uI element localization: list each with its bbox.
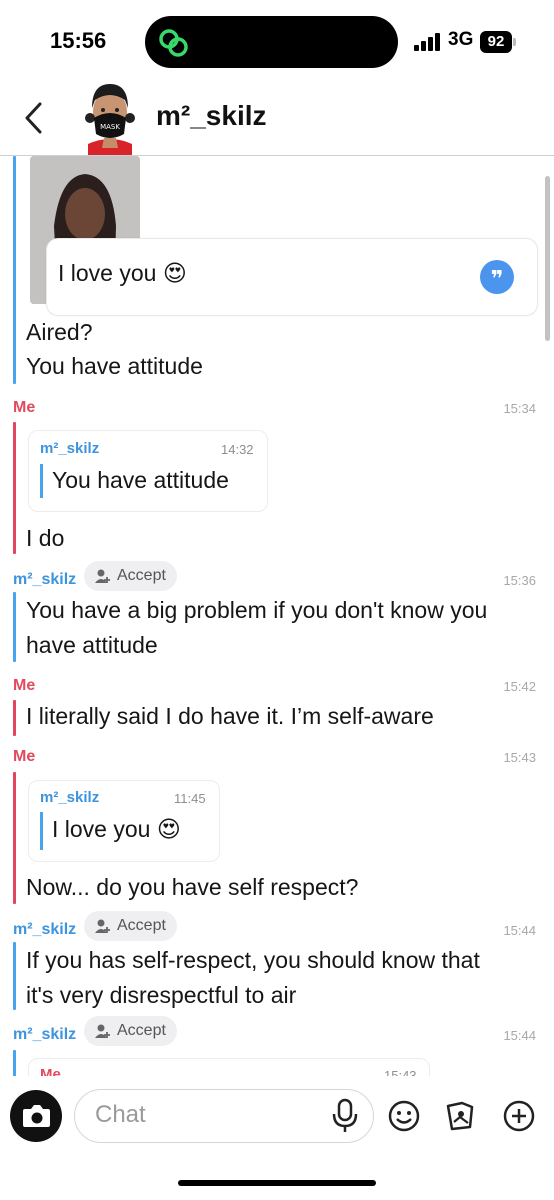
status-time: 15:56 <box>50 28 107 53</box>
message-text: I do <box>26 525 65 551</box>
my-message-bar <box>13 422 16 554</box>
chat-placeholder: Chat <box>95 1101 146 1128</box>
sender-name: Me <box>13 677 36 694</box>
plus-icon[interactable] <box>501 1098 537 1134</box>
reply-text: I love you 😍 <box>58 260 187 286</box>
my-message-bar <box>13 700 16 736</box>
message-text: You have a big problem if you don't know… <box>26 597 488 623</box>
quote-time: 15:43 <box>384 1068 417 1076</box>
quote-sender: m²_skilz <box>40 440 100 457</box>
accept-button[interactable]: Accept <box>84 1016 177 1046</box>
battery-cap <box>513 38 516 46</box>
message-time: 15:36 <box>503 573 536 588</box>
sticker-icon[interactable] <box>442 1098 478 1134</box>
quote-time: 14:32 <box>221 442 254 457</box>
message-text: it's very disrespectful to air <box>26 982 297 1008</box>
signal-bars-icon <box>414 33 440 51</box>
message-time: 15:34 <box>503 401 536 416</box>
mic-icon[interactable] <box>330 1098 360 1134</box>
friend-message-bar <box>13 942 16 1010</box>
message-time: 15:44 <box>503 1028 536 1043</box>
sender-name: m²_skilz <box>13 571 77 588</box>
message-text: Now... do you have self respect? <box>26 874 359 900</box>
scrollbar[interactable] <box>545 176 550 341</box>
quote-text: You have attitude <box>52 467 229 493</box>
back-chevron-icon[interactable] <box>22 100 44 136</box>
message-text: I literally said I do have it. I’m self-… <box>26 703 434 729</box>
accept-button[interactable]: Accept <box>84 911 177 941</box>
bitmoji-avatar[interactable]: MASK <box>80 78 140 158</box>
accept-label: Accept <box>117 1022 166 1039</box>
message-time: 15:44 <box>503 923 536 938</box>
message-text: Aired? <box>26 319 93 345</box>
quote-time: 11:45 <box>174 791 206 806</box>
network-type: 3G <box>448 29 474 50</box>
emoji-icon[interactable] <box>386 1098 422 1134</box>
add-friend-icon <box>95 1024 110 1038</box>
accept-label: Accept <box>117 917 166 934</box>
sender-name: m²_skilz <box>13 1026 77 1043</box>
quoted-message[interactable] <box>28 1058 430 1076</box>
message-time: 15:42 <box>503 679 536 694</box>
svg-text:MASK: MASK <box>100 123 120 131</box>
quote-sender: Me <box>40 1066 61 1076</box>
quote-bar <box>40 812 43 850</box>
my-message-bar <box>13 772 16 904</box>
accept-button[interactable]: Accept <box>84 561 177 591</box>
quote-text: I love you 😍 <box>52 816 181 842</box>
quote-bar <box>40 464 43 498</box>
camera-icon <box>23 1105 50 1127</box>
message-text: If you has self-respect, you should know… <box>26 947 480 973</box>
message-time: 15:43 <box>503 750 536 765</box>
friend-message-bar <box>13 1050 16 1076</box>
sender-name: Me <box>13 748 36 765</box>
accept-label: Accept <box>117 567 166 584</box>
sender-name: Me <box>13 399 36 416</box>
svg-text:❞: ❞ <box>491 267 504 292</box>
quote-sender: m²_skilz <box>40 789 100 806</box>
message-list[interactable]: I love you 😍 ❞ Aired? You have attitude … <box>0 156 554 1076</box>
home-indicator <box>178 1180 376 1186</box>
camera-button[interactable] <box>10 1090 62 1142</box>
quote-icon[interactable]: ❞ <box>480 260 514 294</box>
battery-level: 92 <box>480 31 512 53</box>
friend-message-bar <box>13 592 16 662</box>
chat-title[interactable]: m²_skilz <box>156 100 267 132</box>
message-text: have attitude <box>26 632 158 658</box>
add-friend-icon <box>95 919 110 933</box>
add-friend-icon <box>95 569 110 583</box>
link-rings-icon <box>159 29 188 57</box>
friend-message-bar <box>13 156 16 384</box>
message-text: You have attitude <box>26 353 203 379</box>
sender-name: m²_skilz <box>13 921 77 938</box>
